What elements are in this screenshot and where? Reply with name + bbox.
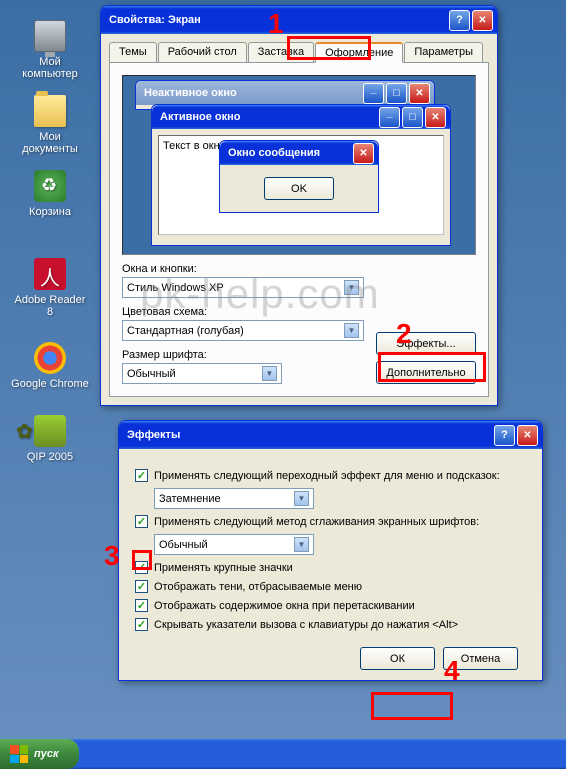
icon-label: QIP 2005 [10,451,90,463]
checkbox-label: Применять следующий метод сглаживания эк… [154,516,479,528]
close-button[interactable] [472,10,493,31]
chrome-icon [34,342,66,374]
adobe-icon [34,258,66,290]
select-windows-buttons[interactable]: Стиль Windows XP ▼ [122,277,364,298]
checkbox-transition[interactable] [135,469,148,482]
icon-label: Моидокументы [10,131,90,155]
select-value: Затемнение [159,493,221,505]
close-icon [425,107,446,128]
select-value: Обычный [159,539,208,551]
icon-label: Adobe Reader8 [10,294,90,318]
checkbox-label: Отображать тени, отбрасываемые меню [154,581,362,593]
tab-appearance[interactable]: Оформление [315,42,403,63]
chevron-down-icon: ▼ [344,280,359,295]
advanced-button[interactable]: Дополнительно [376,361,476,384]
select-font-size[interactable]: Обычный ▼ [122,363,282,384]
folder-icon [34,95,66,127]
text-in-window: Текст в окне [163,140,226,152]
desktop-icon-qip[interactable]: QIP 2005 [10,415,90,463]
chevron-down-icon: ▼ [294,537,309,552]
chevron-down-icon: ▼ [262,366,277,381]
tabs: Темы Рабочий стол Заставка Оформление Па… [109,42,489,63]
max-icon [402,107,423,128]
checkbox-hide-cues[interactable] [135,618,148,631]
desktop-icon-mydocs[interactable]: Моидокументы [10,95,90,155]
label-windows-buttons: Окна и кнопки: [122,263,364,275]
recycle-icon [34,170,66,202]
chevron-down-icon: ▼ [294,491,309,506]
desktop-icon-adobe[interactable]: Adobe Reader8 [10,258,90,318]
titlebar[interactable]: Эффекты [119,421,542,449]
ok-button[interactable]: ОК [360,647,435,670]
desktop-icon-recycle[interactable]: Корзина [10,170,90,218]
label-font-size: Размер шрифта: [122,349,364,361]
min-icon [379,107,400,128]
tab-content: Неактивное окно Активное окно Текст [109,63,489,397]
checkbox-label: Применять крупные значки [154,562,293,574]
msgbox-ok-button: OK [264,177,334,200]
select-color-scheme[interactable]: Стандартная (голубая) ▼ [122,320,364,341]
monitor-icon [34,20,66,52]
desktop-icon-chrome[interactable]: Google Chrome [10,342,90,390]
min-icon [363,83,384,104]
active-title: Активное окно [160,111,377,123]
effects-button[interactable]: Эффекты... [376,332,476,355]
label-color-scheme: Цветовая схема: [122,306,364,318]
select-value: Стиль Windows XP [127,282,224,294]
inactive-title: Неактивное окно [144,87,361,99]
checkbox-label: Отображать содержимое окна при перетаски… [154,600,415,612]
checkbox-large-icons[interactable] [135,561,148,574]
annotation-num-2: 2 [396,318,412,350]
checkbox-label: Скрывать указатели вызова с клавиатуры д… [154,619,458,631]
tab-desktop[interactable]: Рабочий стол [158,42,247,62]
preview-active-window: Активное окно Текст в окне Окно сообщени… [151,104,451,246]
taskbar: пуск [0,739,566,769]
tab-settings[interactable]: Параметры [404,42,483,62]
max-icon [386,83,407,104]
icon-label: Корзина [10,206,90,218]
select-transition[interactable]: Затемнение ▼ [154,488,314,509]
qip-icon [34,415,66,447]
close-icon [409,83,430,104]
msgbox-title: Окно сообщения [228,147,351,159]
start-button[interactable]: пуск [0,739,79,769]
annotation-num-1: 1 [268,8,284,40]
select-value: Обычный [127,368,176,380]
icon-label: Мойкомпьютер [10,56,90,80]
chevron-down-icon: ▼ [344,323,359,338]
start-label: пуск [34,748,59,760]
annotation-num-4: 4 [444,655,460,687]
tab-themes[interactable]: Темы [109,42,157,62]
icon-label: Google Chrome [10,378,90,390]
checkbox-drag-contents[interactable] [135,599,148,612]
help-button[interactable] [449,10,470,31]
select-smoothing[interactable]: Обычный ▼ [154,534,314,555]
close-icon [353,143,374,164]
annotation-num-3: 3 [104,540,120,572]
select-value: Стандартная (голубая) [127,325,244,337]
window-body: Темы Рабочий стол Заставка Оформление Па… [101,34,497,405]
titlebar[interactable]: Свойства: Экран [101,6,497,34]
effects-dialog: Эффекты Применять следующий переходный э… [118,420,543,681]
tab-screensaver[interactable]: Заставка [248,42,314,62]
preview-body: Текст в окне Окно сообщения OK [158,135,444,235]
checkbox-smoothing[interactable] [135,515,148,528]
preview-msgbox: Окно сообщения OK [219,140,379,213]
desktop-icon-mycomputer[interactable]: Мойкомпьютер [10,20,90,80]
preview-area: Неактивное окно Активное окно Текст [122,75,476,255]
close-button[interactable] [517,425,538,446]
annotation-box-4 [371,692,453,720]
windows-logo-icon [10,745,28,763]
dialog-title: Эффекты [127,429,492,441]
checkbox-label: Применять следующий переходный эффект дл… [154,470,500,482]
help-button[interactable] [494,425,515,446]
display-properties-window: Свойства: Экран Темы Рабочий стол Застав… [100,5,498,406]
checkbox-menu-shadows[interactable] [135,580,148,593]
